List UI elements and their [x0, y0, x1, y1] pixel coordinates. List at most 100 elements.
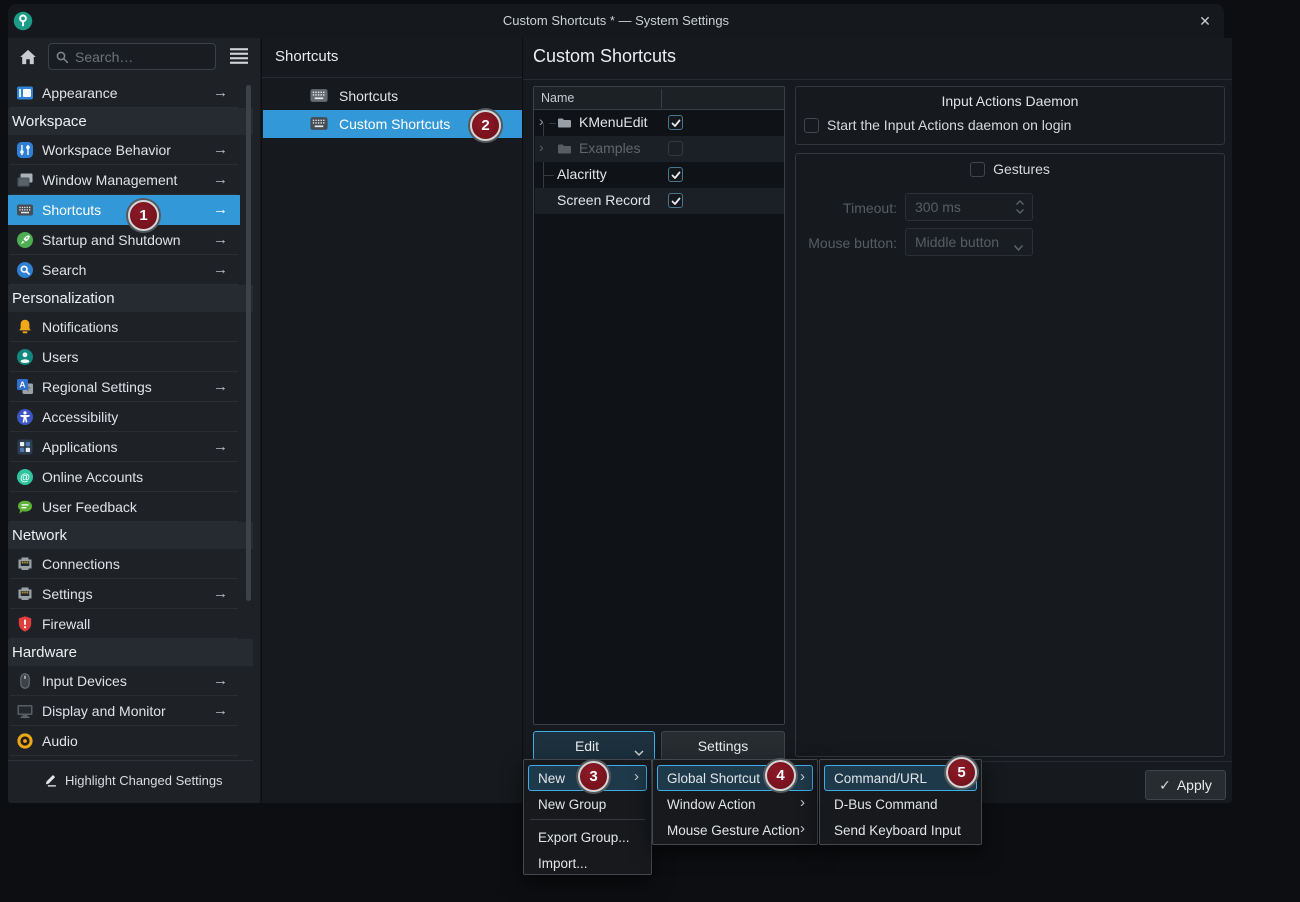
- sidebar-item-startup-and-shutdown[interactable]: Startup and Shutdown →: [8, 225, 240, 255]
- page-title: Custom Shortcuts: [533, 46, 676, 67]
- tree-row-alacritty[interactable]: Alacritty: [535, 162, 784, 188]
- tree-row-screen-record[interactable]: Screen Record: [535, 188, 784, 214]
- submenu-arrow-icon: ›: [800, 820, 805, 837]
- window-management-icon: [16, 171, 34, 189]
- folder-icon: [557, 116, 572, 132]
- sidebar-item-applications[interactable]: Applications →: [8, 432, 240, 462]
- gestures-checkbox[interactable]: [970, 162, 985, 177]
- window-title: Custom Shortcuts * — System Settings: [8, 13, 1224, 28]
- tree-row-kmenuedit[interactable]: › KMenuEdit: [535, 110, 784, 136]
- keyboard-icon: [309, 88, 329, 104]
- sidebar-item-search[interactable]: Search →: [8, 255, 240, 285]
- shortcuts-subpanel: Shortcuts Shortcuts Custom Shortcuts: [261, 38, 522, 803]
- sidebar-item-accessibility[interactable]: Accessibility: [8, 402, 240, 432]
- sidebar-scrollbar[interactable]: [246, 85, 251, 601]
- appearance-icon: [16, 84, 34, 102]
- keyboard-icon: [309, 116, 329, 132]
- apply-button[interactable]: ✓ Apply: [1145, 770, 1226, 800]
- ethernet-icon: [16, 585, 34, 603]
- sidebar-item-user-feedback[interactable]: User Feedback: [8, 492, 240, 522]
- sidebar-item-network-settings[interactable]: Settings →: [8, 579, 240, 609]
- menu-item-new-group[interactable]: New Group: [528, 791, 647, 817]
- alacritty-checkbox[interactable]: [668, 167, 683, 182]
- arrow-right-icon: →: [213, 672, 228, 689]
- examples-checkbox[interactable]: [668, 141, 683, 156]
- sidebar-item-users[interactable]: Users: [8, 342, 240, 372]
- mouse-button-label: Mouse button:: [796, 235, 897, 251]
- sidebar-item-input-devices[interactable]: Input Devices →: [8, 666, 240, 696]
- sidebar-item-display-and-monitor[interactable]: Display and Monitor →: [8, 696, 240, 726]
- expand-chevron-icon[interactable]: ›: [539, 139, 544, 155]
- step-badge-5: 5: [946, 757, 977, 788]
- search-icon: [16, 261, 34, 279]
- sidebar-item-window-management[interactable]: Window Management →: [8, 165, 240, 195]
- close-icon[interactable]: ✕: [1194, 10, 1216, 32]
- sidebar-item-regional-settings[interactable]: A Regional Settings →: [8, 372, 240, 402]
- home-icon[interactable]: [18, 47, 38, 67]
- folder-icon: [557, 142, 572, 158]
- tree-row-examples[interactable]: › Examples: [535, 136, 784, 162]
- translate-icon: A: [16, 378, 34, 396]
- menu-item-dbus-command[interactable]: D-Bus Command: [824, 791, 977, 817]
- input-actions-daemon-group: Input Actions Daemon Start the Input Act…: [795, 86, 1225, 145]
- divider: [523, 79, 1232, 80]
- speaker-icon: [16, 732, 34, 750]
- svg-text:@: @: [20, 472, 30, 483]
- menu-item-send-keyboard-input[interactable]: Send Keyboard Input: [824, 817, 977, 843]
- screen-record-checkbox[interactable]: [668, 193, 683, 208]
- sidebar-section-network: Network: [8, 522, 253, 549]
- sidebar-item-workspace-behavior[interactable]: Workspace Behavior →: [8, 135, 240, 165]
- keyboard-icon: [16, 201, 34, 219]
- menu-item-import[interactable]: Import...: [528, 850, 647, 876]
- search-icon: [55, 50, 69, 64]
- sidebar-item-notifications[interactable]: Notifications: [8, 312, 240, 342]
- mouse-button-dropdown[interactable]: Middle button: [905, 228, 1033, 256]
- arrow-right-icon: →: [213, 438, 228, 455]
- user-icon: [16, 348, 34, 366]
- sidebar-footer-divider: [8, 760, 253, 761]
- sidebar-item-audio[interactable]: Audio: [8, 726, 240, 756]
- search-input[interactable]: [75, 45, 210, 68]
- start-daemon-checkbox-row[interactable]: Start the Input Actions daemon on login: [804, 117, 1071, 133]
- tree-column-header[interactable]: Name: [534, 87, 784, 110]
- titlebar[interactable]: Custom Shortcuts * — System Settings ✕: [8, 4, 1224, 38]
- sidebar: Appearance → Workspace Workspace Behavio…: [8, 38, 260, 803]
- menu-item-export-group[interactable]: Export Group...: [528, 824, 647, 850]
- arrow-right-icon: →: [213, 261, 228, 278]
- highlight-changed-settings-button[interactable]: Highlight Changed Settings: [8, 764, 253, 796]
- screen: Custom Shortcuts * — System Settings ✕ A…: [0, 0, 1300, 902]
- sidebar-item-firewall[interactable]: Firewall: [8, 609, 240, 639]
- arrow-right-icon: →: [213, 141, 228, 158]
- firewall-shield-icon: [16, 615, 34, 633]
- divider: [262, 77, 522, 78]
- column-divider[interactable]: [661, 89, 662, 108]
- sidebar-item-connections[interactable]: Connections: [8, 549, 240, 579]
- sidebar-item-online-accounts[interactable]: @ Online Accounts: [8, 462, 240, 492]
- bell-icon: [16, 318, 34, 336]
- expand-chevron-icon[interactable]: ›: [539, 113, 544, 129]
- timeout-spinbox[interactable]: 300 ms: [905, 193, 1033, 221]
- menu-hamburger-icon[interactable]: [228, 46, 250, 66]
- kmenuedit-checkbox[interactable]: [668, 115, 683, 130]
- submenu-arrow-icon: ›: [800, 768, 805, 785]
- system-settings-window: Custom Shortcuts * — System Settings ✕ A…: [8, 4, 1224, 803]
- feedback-bubble-icon: [16, 498, 34, 516]
- check-icon: ✓: [1159, 777, 1171, 794]
- settings-button[interactable]: Settings: [661, 731, 785, 761]
- menu-item-mouse-gesture-action[interactable]: Mouse Gesture Action ›: [657, 817, 813, 843]
- arrow-right-icon: →: [213, 201, 228, 218]
- at-sign-icon: @: [16, 468, 34, 486]
- submenu-arrow-icon: ›: [634, 768, 639, 785]
- start-daemon-checkbox[interactable]: [804, 118, 819, 133]
- edit-button[interactable]: Edit: [533, 731, 655, 761]
- subpanel-title: Shortcuts: [275, 48, 338, 65]
- arrow-right-icon: →: [213, 702, 228, 719]
- list-item-shortcuts[interactable]: Shortcuts: [263, 82, 523, 110]
- gestures-checkbox-row[interactable]: Gestures: [796, 161, 1224, 177]
- arrow-right-icon: →: [213, 84, 228, 101]
- group-title: Input Actions Daemon: [796, 93, 1224, 109]
- spinner-arrows-icon[interactable]: [1015, 198, 1025, 219]
- sidebar-item-appearance[interactable]: Appearance →: [8, 78, 240, 108]
- sidebar-item-shortcuts[interactable]: Shortcuts →: [8, 195, 240, 225]
- menu-item-window-action[interactable]: Window Action ›: [657, 791, 813, 817]
